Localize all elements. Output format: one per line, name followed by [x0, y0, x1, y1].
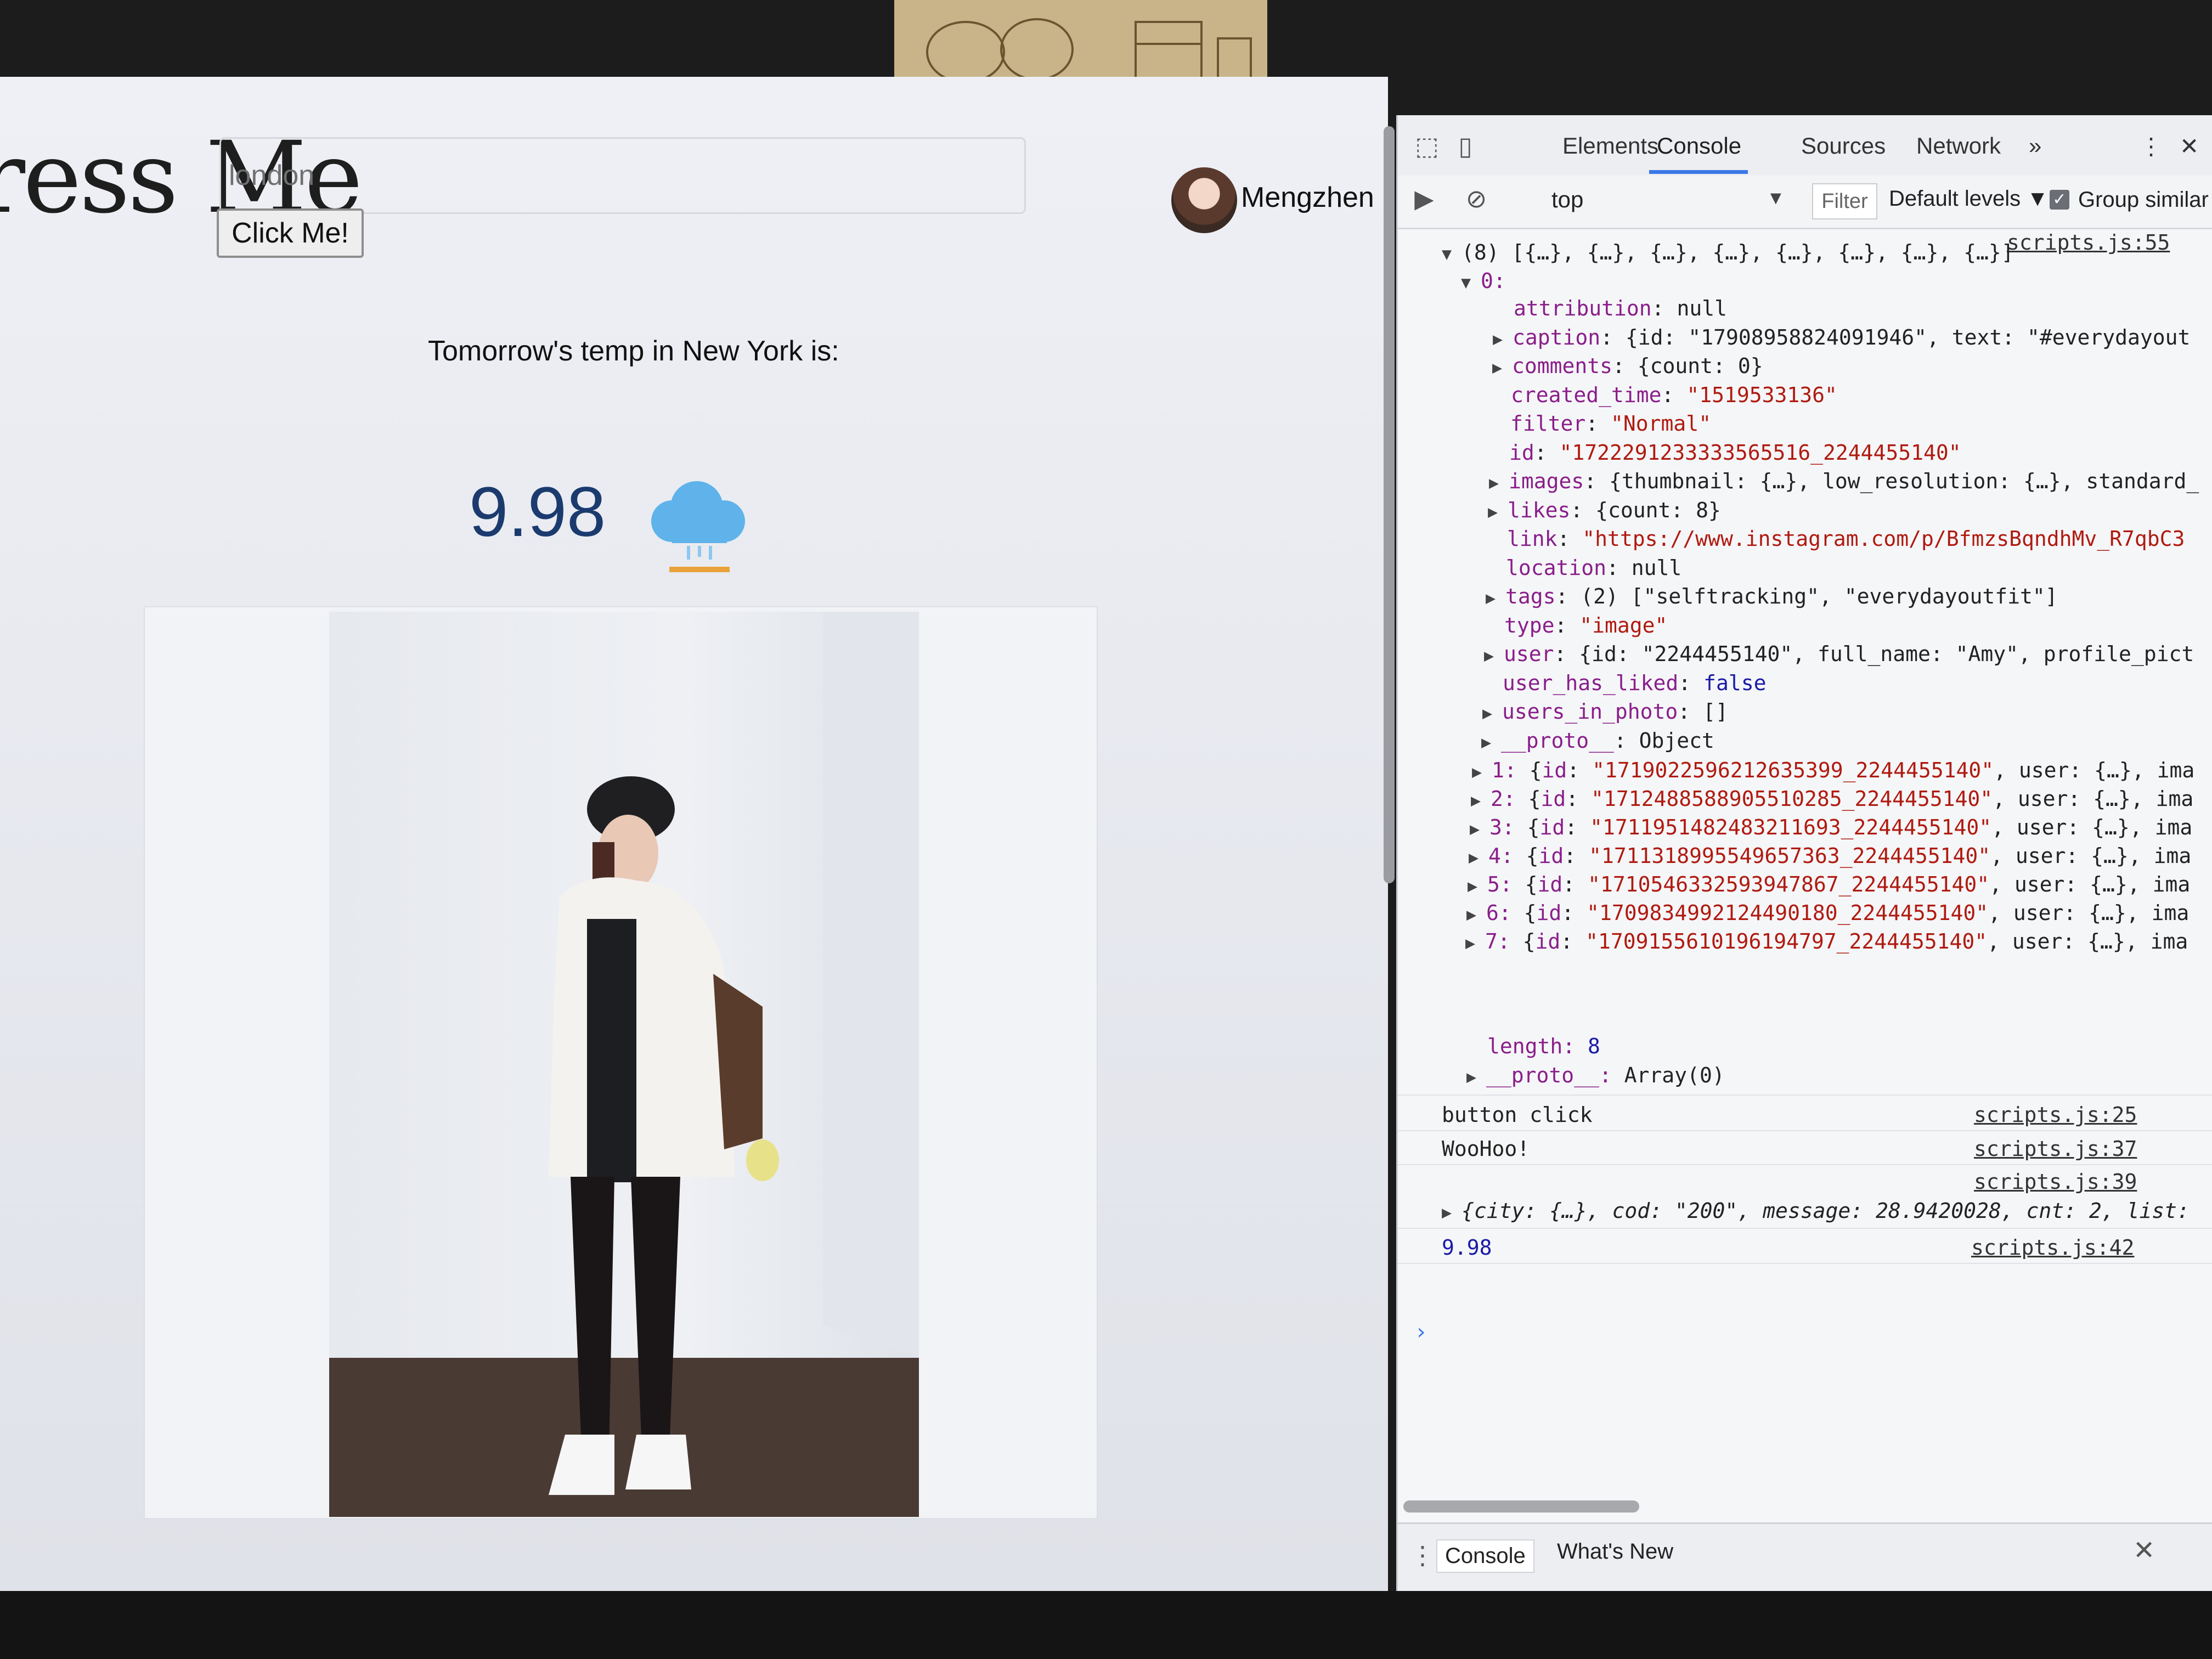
array-item[interactable]: ▶ 7: {id: "1709155610196194797_2244455140…	[1465, 929, 2188, 953]
object-property[interactable]: ▶ user: {id: "2244455140", full_name: "Am…	[1484, 642, 2194, 666]
collapsed-arrow-icon[interactable]: ▶	[1488, 503, 1508, 522]
collapsed-arrow-icon[interactable]: ▶	[1470, 820, 1489, 839]
array-item[interactable]: ▶ 4: {id: "1711318995549657363_2244455140…	[1469, 844, 2191, 868]
avatar[interactable]	[1171, 167, 1237, 233]
array-item[interactable]: ▶ 5: {id: "1710546332593947867_2244455140…	[1468, 872, 2190, 896]
tab-network[interactable]: Network	[1916, 133, 2001, 159]
collapsed-arrow-icon[interactable]: ▶	[1472, 763, 1492, 782]
message-divider	[1398, 1263, 2212, 1264]
chevron-down-icon[interactable]: ▼	[1767, 188, 1785, 209]
group-similar-label: Group similar	[2078, 188, 2209, 212]
source-link[interactable]: scripts.js:25	[1974, 1103, 2137, 1127]
logged-temperature: 9.98	[1442, 1235, 1492, 1260]
monitor-bezel	[0, 1591, 2212, 1659]
object-property[interactable]: ▶ caption: {id: "17908958824091946", text…	[1493, 325, 2190, 349]
collapsed-arrow-icon[interactable]: ▶	[1466, 1068, 1486, 1087]
collapsed-arrow-icon[interactable]: ▶	[1442, 1203, 1462, 1222]
tab-elements[interactable]: Elements	[1562, 133, 1658, 159]
collapsed-arrow-icon[interactable]: ▶	[1468, 877, 1487, 896]
drawer-tab-console[interactable]: Console	[1436, 1539, 1534, 1573]
username-label: Mengzhen	[1241, 182, 1374, 213]
object-property[interactable]: ▶ __proto__: Object	[1481, 729, 1714, 753]
log-levels-dropdown[interactable]: Default levels ▼	[1889, 187, 2049, 211]
object-property: attribution: null	[1514, 296, 1727, 320]
device-toolbar-icon[interactable]: ▯	[1450, 131, 1481, 161]
console-output: scripts.js:55 ▼ (8) [{…}, {…}, {…}, {…}, …	[1398, 230, 2212, 1509]
array-proto[interactable]: ▶ __proto__: Array(0)	[1466, 1063, 1725, 1087]
object-property[interactable]: ▶ likes: {count: 8}	[1488, 498, 1721, 522]
close-icon[interactable]: ✕	[2180, 133, 2199, 160]
console-prompt[interactable]: ›	[1414, 1319, 1427, 1345]
object-property[interactable]: ▶ comments: {count: 0}	[1492, 354, 1763, 378]
collapsed-arrow-icon[interactable]: ▶	[1486, 589, 1505, 608]
object-property: type: "image"	[1504, 613, 1668, 637]
array-length: length: 8	[1487, 1034, 1600, 1058]
devtools-drawer: ⋮ Console What's New ✕	[1398, 1522, 2212, 1591]
close-icon[interactable]: ✕	[2133, 1535, 2155, 1566]
console-message: button click	[1442, 1103, 1593, 1127]
object-property: id: "1722291233333565516_2244455140"	[1509, 440, 1961, 465]
forecast-caption: Tomorrow's temp in New York is:	[428, 335, 839, 367]
drawer-tab-whats-new[interactable]: What's New	[1557, 1539, 1673, 1564]
collapsed-arrow-icon[interactable]: ▶	[1469, 848, 1488, 867]
drawer-menu-icon[interactable]: ⋮	[1410, 1541, 1435, 1570]
array-item[interactable]: ▶ 2: {id: "1712488588905510285_2244455140…	[1471, 787, 2193, 811]
group-similar-checkbox[interactable]: ✓	[2050, 190, 2069, 210]
source-link[interactable]: scripts.js:37	[1974, 1137, 2137, 1161]
tab-console[interactable]: Console	[1657, 133, 1741, 159]
sidebar-toggle-icon[interactable]: ▶	[1409, 183, 1440, 214]
collapsed-arrow-icon[interactable]: ▶	[1481, 733, 1501, 752]
tab-sources[interactable]: Sources	[1801, 133, 1886, 159]
inspect-element-icon[interactable]: ⬚	[1412, 131, 1442, 161]
city-search-input[interactable]	[219, 137, 1026, 214]
context-selector[interactable]: top	[1551, 187, 1583, 213]
active-tab-indicator	[1649, 170, 1748, 174]
object-property[interactable]: ▶ users_in_photo: []	[1482, 699, 1728, 724]
response-object[interactable]: ▶ {city: {…}, cod: "200", message: 28.942…	[1442, 1199, 2190, 1223]
object-property[interactable]: ▶ images: {thumbnail: {…}, low_resolution…	[1489, 469, 2199, 493]
object-property: filter: "Normal"	[1510, 411, 1712, 436]
array-item-0[interactable]: ▼ 0:	[1461, 269, 1506, 293]
message-divider	[1398, 1130, 2212, 1131]
object-property: user_has_liked: false	[1503, 670, 1767, 695]
source-link[interactable]: scripts.js:42	[1971, 1235, 2134, 1260]
kebab-menu-icon[interactable]: ⋮	[2140, 133, 2163, 160]
message-divider	[1398, 1094, 2212, 1096]
array-item[interactable]: ▶ 3: {id: "1711951482483211693_2244455140…	[1470, 815, 2192, 839]
rain-cloud-icon	[645, 469, 752, 579]
console-message: WooHoo!	[1442, 1137, 1530, 1161]
object-property: link: "https://www.instagram.com/p/Bfmzs…	[1507, 527, 2185, 551]
array-item[interactable]: ▶ 1: {id: "1719022596212635399_2244455140…	[1472, 758, 2194, 782]
object-property: location: null	[1506, 555, 1682, 580]
filter-input[interactable]: Filter	[1812, 183, 1877, 219]
object-property: created_time: "1519533136"	[1511, 382, 1837, 407]
click-me-button[interactable]: Click Me!	[217, 208, 364, 258]
message-divider	[1398, 1228, 2212, 1229]
collapsed-arrow-icon[interactable]: ▶	[1465, 934, 1485, 953]
array-header[interactable]: ▼ (8) [{…}, {…}, {…}, {…}, {…}, {…}, {…},…	[1442, 240, 2014, 264]
message-divider	[1398, 1164, 2212, 1165]
expanded-arrow-icon[interactable]: ▼	[1442, 245, 1462, 264]
collapsed-arrow-icon[interactable]: ▶	[1492, 358, 1512, 377]
collapsed-arrow-icon[interactable]: ▶	[1493, 330, 1513, 349]
collapsed-arrow-icon[interactable]: ▶	[1489, 473, 1509, 493]
forecast-temperature: 9.98	[469, 473, 606, 551]
outfit-photo	[329, 612, 919, 1517]
console-toolbar: ▶ ⊘ top ▼ Filter Default levels ▼ ✓ Grou…	[1398, 176, 2212, 229]
collapsed-arrow-icon[interactable]: ▶	[1466, 905, 1486, 924]
page-scrollbar[interactable]	[1384, 126, 1395, 883]
devtools-tab-bar: ⬚ ▯ Elements Console Sources Network » ⋮…	[1398, 115, 2212, 177]
console-horizontal-scrollbar[interactable]	[1403, 1500, 1639, 1513]
collapsed-arrow-icon[interactable]: ▶	[1484, 646, 1504, 665]
source-link[interactable]: scripts.js:39	[1974, 1170, 2137, 1194]
clear-console-icon[interactable]: ⊘	[1461, 183, 1492, 214]
array-item[interactable]: ▶ 6: {id: "1709834992124490180_2244455140…	[1466, 901, 2189, 925]
expanded-arrow-icon[interactable]: ▼	[1461, 273, 1481, 292]
source-link[interactable]: scripts.js:55	[2007, 230, 2170, 255]
more-tabs-button[interactable]: »	[2029, 133, 2041, 159]
object-property[interactable]: ▶ tags: (2) ["selftracking", "everydayout…	[1486, 584, 2058, 608]
collapsed-arrow-icon[interactable]: ▶	[1471, 791, 1491, 810]
devtools-panel: ⬚ ▯ Elements Console Sources Network » ⋮…	[1396, 115, 2212, 1591]
collapsed-arrow-icon[interactable]: ▶	[1482, 704, 1502, 723]
